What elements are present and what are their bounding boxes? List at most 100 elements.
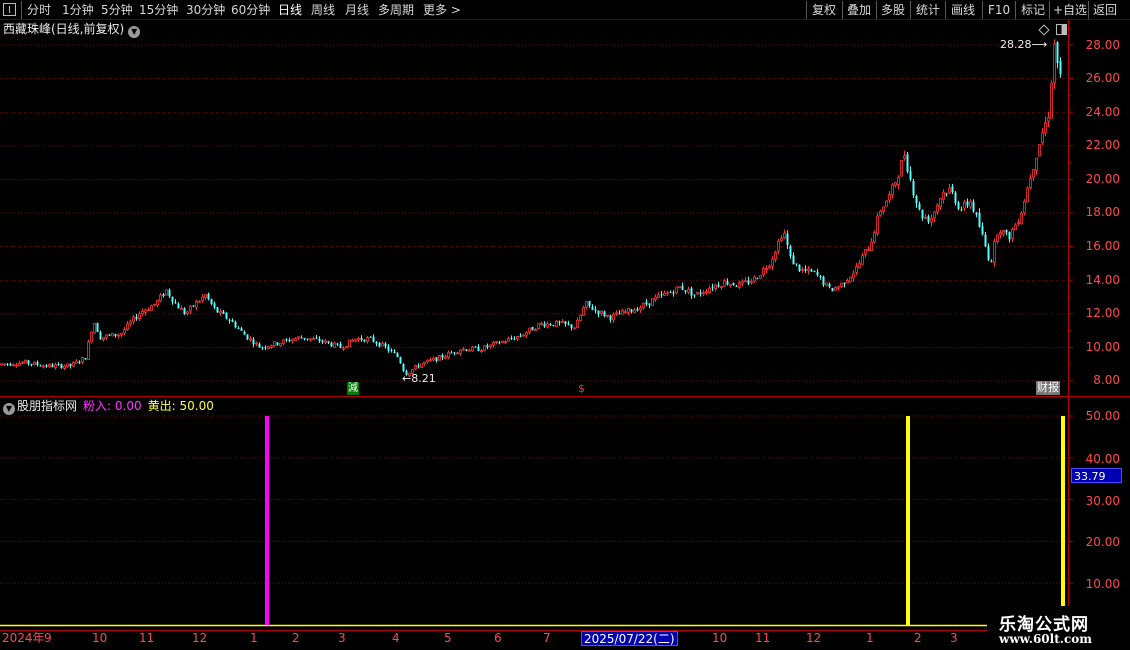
candle-body [666,292,669,295]
right-info-strip[interactable] [1122,20,1130,630]
candle-body [333,342,336,348]
candle-body [516,336,519,340]
candle-body [111,332,114,337]
pink-in-label: 粉入: 0.00 [83,399,142,413]
candle-body [240,328,243,331]
candle-body [492,342,495,346]
candle-body [930,217,933,223]
candle-body [813,271,816,273]
candle-body [831,287,834,292]
candle-body [60,364,63,368]
candle-body [780,238,783,241]
candle-body [783,233,786,239]
reduction-event-badge[interactable]: 減 [347,382,359,395]
candle-body [567,323,570,325]
candle-body [732,282,735,286]
candle-body [498,342,501,344]
candle-body [519,335,522,337]
price-tick: 28.00 [1085,38,1120,52]
candle-body [885,200,888,207]
chevron-down-icon[interactable]: ▼ [3,403,15,415]
candle-body [18,362,21,367]
candle-body [261,347,264,349]
candle-body [300,337,303,339]
candle-body [510,337,513,339]
candle-body [1002,230,1005,235]
panel-toggle-icon[interactable] [1056,24,1067,35]
candle-body [546,323,549,328]
date-tick: 10 [92,631,108,645]
candle-body [303,337,306,340]
candle-body [600,310,603,314]
candle-body [816,272,819,275]
candle-body [246,334,249,340]
candle-body [1059,61,1062,74]
candle-body [726,281,729,285]
candle-body [222,311,225,314]
candle-body [1023,200,1026,214]
indicator-header: ▼ 股朋指标网 粉入: 0.00 黄出: 50.00 [3,398,214,415]
candle-body [483,345,486,352]
candle-body [165,289,168,296]
candle-body [762,268,765,276]
candle-body [345,346,348,349]
candle-body [186,311,189,314]
candle-body [639,307,642,311]
candle-body [288,340,291,342]
candle-body [351,339,354,342]
price-tick: 14.00 [1085,273,1120,287]
candle-body [777,240,780,252]
crosshair-value-label: 33.79 [1071,468,1122,483]
candle-body [432,357,435,361]
candle-body [225,312,228,319]
candle-body [627,307,630,313]
candle-body [696,292,699,295]
candle-body [897,177,900,185]
candle-body [879,210,882,216]
candle-body [120,332,123,336]
candle-body [501,340,504,344]
candle-body [738,282,741,288]
candle-body [147,309,150,312]
candle-body [486,345,489,348]
candle-body [993,241,996,263]
candle-body [144,309,147,313]
low-price-marker: ←8.21 [402,372,436,385]
candle-body [585,301,588,308]
chart-canvas[interactable] [0,0,1130,650]
candle-body [177,303,180,309]
candle-body [153,303,156,306]
candle-body [426,359,429,363]
candle-body [915,196,918,204]
indicator-series [0,416,1068,627]
price-tick: 16.00 [1085,239,1120,253]
diamond-icon[interactable] [1038,24,1050,36]
candle-body [366,337,369,342]
candle-body [96,323,99,333]
candle-body [840,282,843,287]
candle-body [810,269,813,272]
candle-body [1041,132,1044,144]
dividend-event-marker[interactable]: $ [578,382,585,395]
candle-body [3,363,6,366]
candle-body [768,266,771,269]
candle-body [537,323,540,329]
candle-body [228,319,231,321]
candle-body [573,327,576,330]
candle-body [1017,222,1020,225]
chevron-down-icon[interactable]: ▼ [128,26,141,38]
candle-body [648,303,651,305]
date-tick: 11 [755,631,771,645]
candle-body [468,349,471,352]
candle-body [720,286,723,288]
candle-body [603,311,606,317]
candle-body [93,323,96,334]
indicator-name: 股朋指标网 [17,399,78,413]
candle-body [606,314,609,317]
candle-body [159,294,162,302]
earnings-event-badge[interactable]: 财报 [1036,381,1060,395]
candle-body [594,309,597,311]
candle-body [744,280,747,283]
candle-body [978,212,981,227]
candle-body [717,284,720,287]
